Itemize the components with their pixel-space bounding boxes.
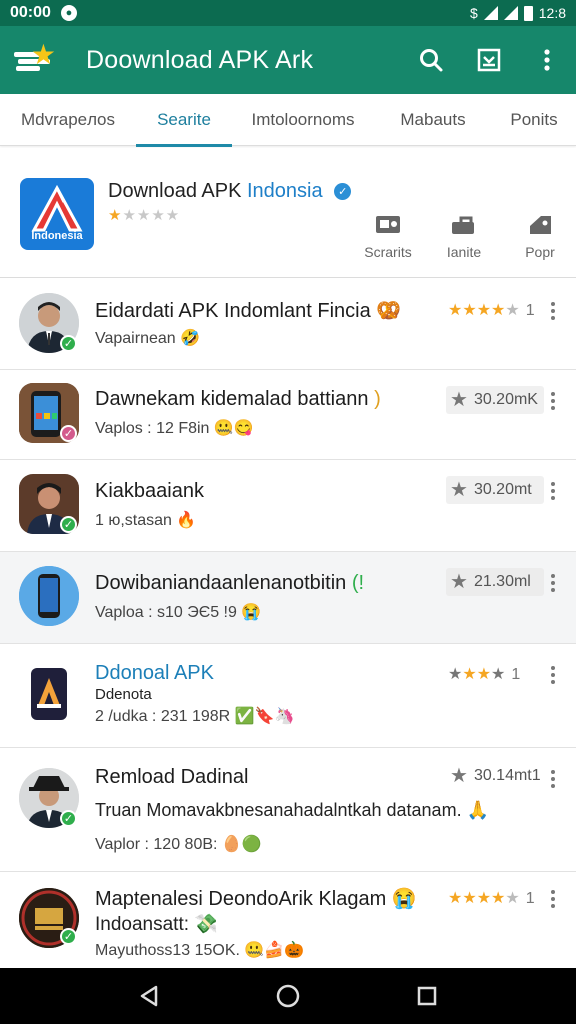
search-icon[interactable] — [416, 45, 446, 75]
item-rating: ★★★★★ 1 — [448, 302, 535, 319]
item-rating-pill: ★ 30.14mt1 — [446, 762, 544, 790]
check-badge-icon: ✓ — [60, 335, 77, 352]
item-rating-pill: ★ 21.30ml — [446, 568, 544, 596]
star-icon: ★ — [450, 389, 468, 411]
featured-action-screen[interactable]: Scrarits — [350, 214, 426, 260]
item-more-icon[interactable] — [550, 392, 556, 410]
item-subtitle: Vaploa : s10 ЭЄ5 !9 😭 — [95, 604, 262, 621]
share-icon — [452, 216, 474, 234]
item-more-icon[interactable] — [550, 770, 556, 788]
list-item[interactable]: ✓ Kiakbaaiank 1 ю,stasan 🔥 ★ 30.20mt — [0, 460, 576, 552]
recents-icon[interactable] — [407, 976, 447, 1016]
item-description: Truan Momavakbnesanahadalntkah datanam. … — [95, 800, 490, 820]
featured-app-icon: Indonesia — [20, 178, 94, 250]
item-subtitle: Vaplor : 120 80B: 🥚🟢 — [95, 836, 262, 853]
check-badge-icon: ✓ — [60, 928, 77, 945]
more-vert-icon[interactable] — [532, 45, 562, 75]
tab-3[interactable]: Mabauts — [374, 94, 492, 146]
battery-text: 12:8 — [538, 5, 566, 21]
item-title: Remload Dadinal — [95, 766, 249, 788]
item-subtitle: Vapairnean 🤣 — [95, 330, 201, 347]
item-more-icon[interactable] — [550, 574, 556, 592]
battery-icon — [523, 5, 533, 21]
tab-1[interactable]: Searite — [136, 94, 232, 147]
item-more-icon[interactable] — [550, 666, 556, 684]
star-icon: ★ — [450, 765, 468, 787]
android-icon: ● — [60, 5, 77, 21]
item-caption: Ddenota — [95, 686, 152, 703]
item-title: Maptenalesi DeondoArik Klagam 😭 — [95, 888, 417, 910]
item-more-icon[interactable] — [550, 890, 556, 908]
list-item[interactable]: ✓ Maptenalesi DeondoArik Klagam 😭 Indoan… — [0, 872, 576, 968]
item-title: Eidardati APK Indomlant Fincia 🥨 — [95, 300, 402, 322]
tab-4[interactable]: Ponits — [492, 94, 576, 146]
featured-title: Download APK Indonsia ✓ — [108, 180, 352, 203]
tab-bar: Mdvrapeлos Searite Imtoloornoms Mabauts … — [0, 94, 576, 147]
status-bar: 00:00 ● $ 12:8 — [0, 0, 576, 26]
item-title: Kiakbaaiank — [95, 480, 204, 502]
avatar — [19, 664, 79, 724]
star-icon: ★ — [450, 479, 468, 501]
item-more-icon[interactable] — [550, 302, 556, 320]
list-item[interactable]: ✓ Eidardati APK Indomlant Fincia 🥨 Vapai… — [0, 280, 576, 370]
wifi-icon — [483, 6, 498, 20]
system-nav-bar — [0, 968, 576, 1024]
app-list: ✓ Eidardati APK Indomlant Fincia 🥨 Vapai… — [0, 280, 576, 968]
list-item[interactable]: ✓ Remload Dadinal Truan Momavakbnesanaha… — [0, 748, 576, 872]
tab-0[interactable]: Mdvrapeлos — [0, 94, 136, 146]
item-rating: ★★★★ 1 — [448, 666, 521, 683]
status-icons: $ 12:8 — [470, 5, 566, 21]
status-time: 00:00 — [10, 4, 51, 21]
featured-action-share[interactable]: Ianite — [426, 214, 502, 260]
check-badge-icon: ✓ — [60, 810, 77, 827]
item-subtitle: 1 ю,stasan 🔥 — [95, 512, 197, 529]
bookmark-icon — [530, 216, 551, 234]
featured-icon-label: Indonesia — [31, 230, 83, 242]
list-item[interactable]: Dowibaniandaanlenanotbitin (! Vaploa : s… — [0, 552, 576, 644]
item-subtitle: 2 /udka : 231 198R ✅🔖🦄 — [95, 708, 295, 725]
item-title: Ddonoal APK — [95, 662, 214, 684]
item-rating-pill: ★ 30.20mt — [446, 476, 544, 504]
item-rating: ★★★★★ 1 — [448, 890, 535, 907]
item-description: Indoansatt: 💸 — [95, 914, 218, 935]
item-subtitle: Mayuthoss13 15OK. 🤐🍰🎃 — [95, 942, 305, 959]
download-box-icon[interactable] — [474, 45, 504, 75]
featured-title-highlight: Indonsia — [246, 180, 323, 202]
star-icon: ★ — [450, 571, 468, 593]
screen-icon — [376, 216, 400, 233]
app-title: Doownload APK Ark — [86, 45, 314, 74]
featured-card[interactable]: Indonesia Download APK Indonsia ✓ ★★★★★ … — [0, 148, 576, 278]
item-subtitle: Vaplos : 12 F8in 🤐😋 — [95, 420, 254, 437]
item-rating-pill: ★ 30.20mK — [446, 386, 544, 414]
verified-icon: ✓ — [334, 183, 352, 201]
home-icon[interactable] — [268, 976, 308, 1016]
app-logo-icon: ★ — [14, 41, 56, 75]
avatar — [19, 566, 79, 626]
item-title: Dawnekam kidemalad battiann ) — [95, 388, 381, 410]
badge-icon: ✓ — [60, 425, 77, 442]
featured-action-bookmark[interactable]: Popr — [502, 214, 576, 260]
check-badge-icon: ✓ — [60, 516, 77, 533]
data-icon: $ — [469, 5, 478, 21]
list-item[interactable]: Ddonoal APK Ddenota 2 /udka : 231 198R ✅… — [0, 644, 576, 748]
back-icon[interactable] — [129, 976, 169, 1016]
featured-rating: ★★★★★ — [108, 207, 181, 224]
item-title: Dowibaniandaanlenanotbitin (! — [95, 572, 365, 594]
list-item[interactable]: ✓ Dawnekam kidemalad battiann ) Vaplos :… — [0, 370, 576, 460]
item-more-icon[interactable] — [550, 482, 556, 500]
app-bar: ★ Doownload APK Ark — [0, 26, 576, 94]
signal-icon — [503, 6, 518, 20]
tab-2[interactable]: Imtoloornoms — [232, 94, 374, 146]
